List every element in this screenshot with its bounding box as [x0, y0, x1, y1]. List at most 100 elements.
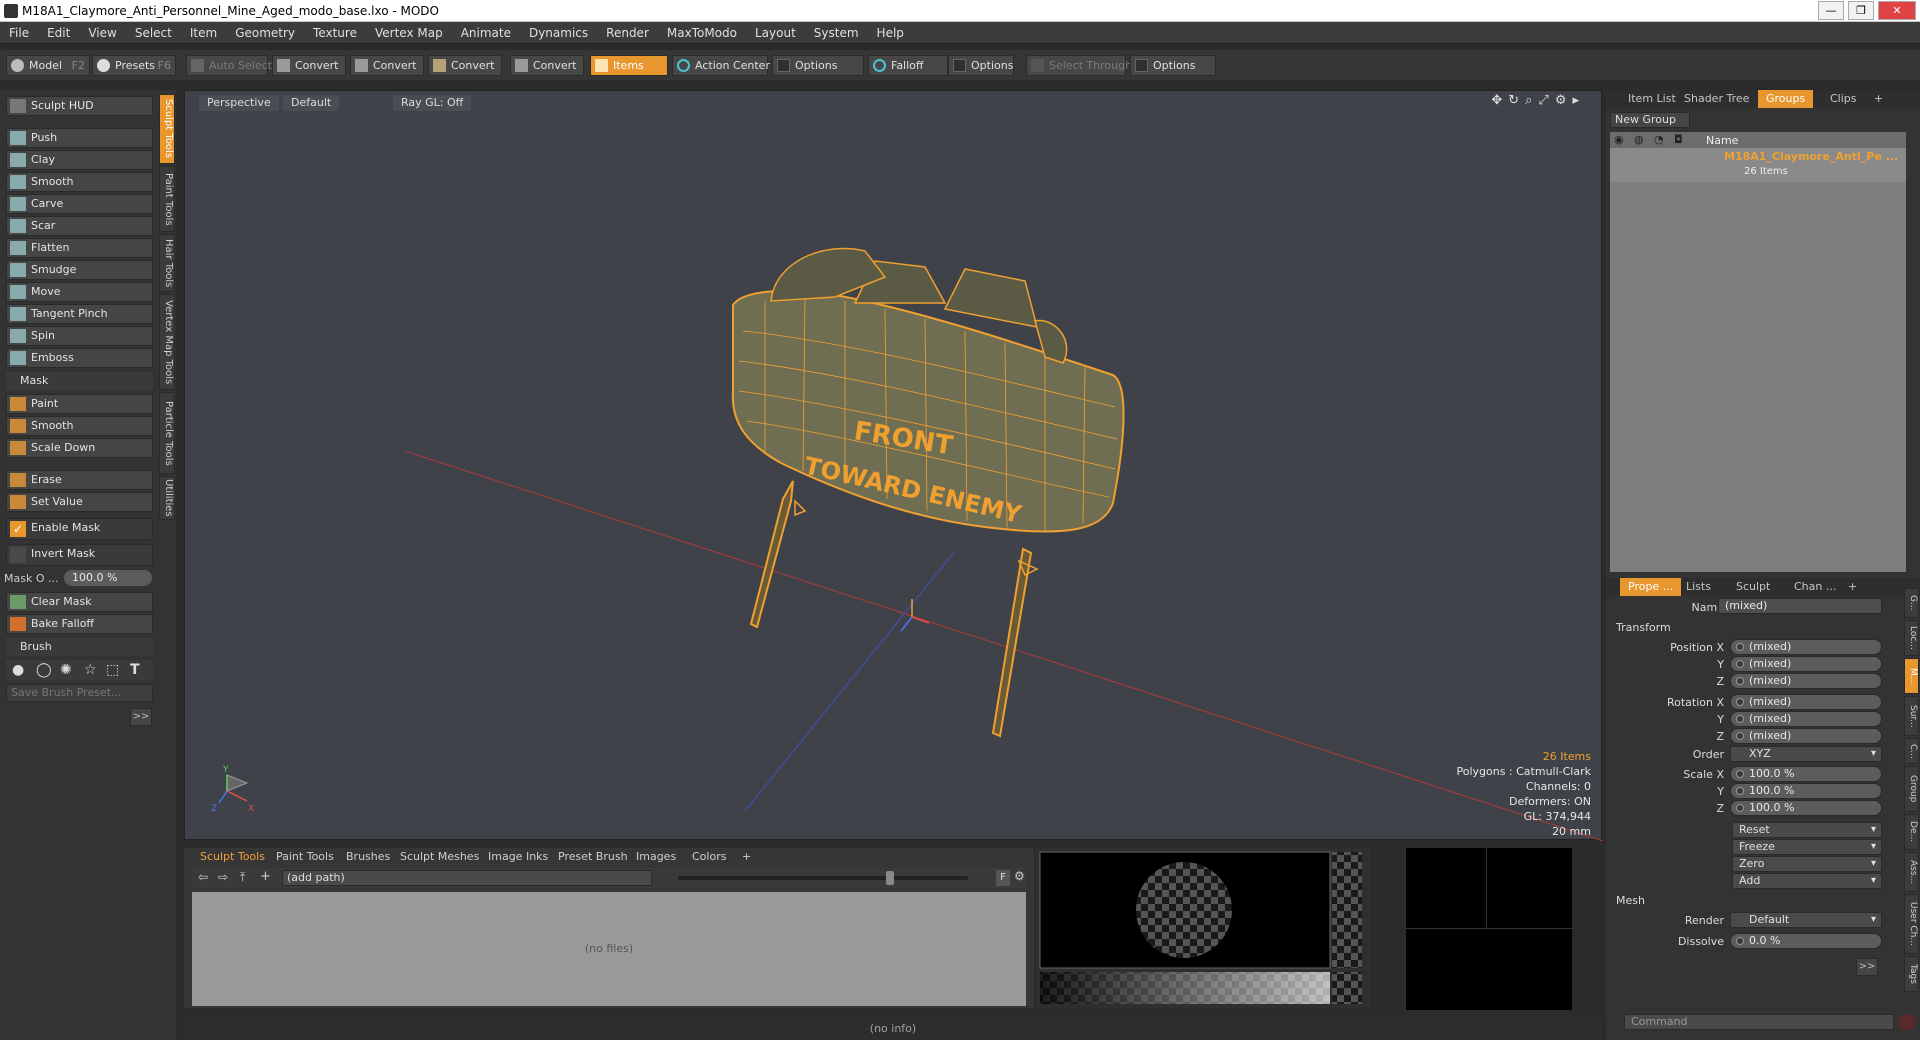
- erase-mask-button[interactable]: Erase: [6, 470, 153, 490]
- side-tab-assembly[interactable]: Ass...: [1904, 852, 1919, 892]
- convert-polygons-button[interactable]: Convert: [428, 55, 502, 76]
- menu-geometry[interactable]: Geometry: [226, 22, 304, 44]
- auto-select-button[interactable]: Auto Select: [186, 55, 272, 76]
- keyframe-dot-icon[interactable]: [1736, 732, 1744, 740]
- side-tab-utilities[interactable]: Utilities: [159, 476, 175, 520]
- keyframe-dot-icon[interactable]: [1736, 698, 1744, 706]
- model-layout-button[interactable]: Model F2: [6, 55, 90, 76]
- rotation-z-field[interactable]: (mixed): [1730, 728, 1882, 744]
- tab-channels[interactable]: Chan ...: [1786, 578, 1844, 596]
- falloff-options-button[interactable]: Options: [948, 55, 1014, 76]
- keyframe-dot-icon[interactable]: [1736, 787, 1744, 795]
- path-dropdown[interactable]: (add path): [282, 870, 652, 886]
- side-tab-g[interactable]: G...: [1904, 588, 1919, 618]
- select-through-options-button[interactable]: Options: [1130, 55, 1216, 76]
- mask-scale-down-button[interactable]: Scale Down: [6, 438, 153, 458]
- close-button[interactable]: ✕: [1878, 1, 1916, 20]
- mask-opacity-field[interactable]: 100.0 %: [64, 570, 152, 586]
- menu-animate[interactable]: Animate: [452, 22, 520, 44]
- sculpt-hud-button[interactable]: Sculpt HUD: [6, 96, 153, 116]
- menu-select[interactable]: Select: [126, 22, 181, 44]
- slider-handle[interactable]: [886, 871, 894, 885]
- tab-clips[interactable]: Clips: [1822, 90, 1865, 108]
- side-tab-hair-tools[interactable]: Hair Tools: [159, 234, 175, 292]
- new-group-button[interactable]: New Group: [1610, 112, 1690, 128]
- tab-preset-brush[interactable]: Preset Brush: [552, 848, 634, 866]
- scale-z-field[interactable]: 100.0 %: [1730, 800, 1882, 816]
- tab-sculpt-meshes[interactable]: Sculpt Meshes: [394, 848, 485, 866]
- up-folder-icon[interactable]: ⤒: [240, 870, 245, 885]
- visibility-eye-icon[interactable]: ◉: [1614, 133, 1624, 146]
- group-row[interactable]: M18A1_Claymore_Anti_Pe ... 26 Items: [1610, 148, 1906, 182]
- add-properties-tab[interactable]: +: [1840, 578, 1865, 596]
- select-icon[interactable]: ◘: [1674, 133, 1683, 146]
- splat-brush-icon[interactable]: ✺: [60, 660, 72, 680]
- falloff-button[interactable]: Falloff: [868, 55, 948, 76]
- menu-layout[interactable]: Layout: [746, 22, 805, 44]
- action-center-options-button[interactable]: Options: [772, 55, 864, 76]
- side-tab-c[interactable]: C...: [1904, 738, 1919, 764]
- file-browser-area[interactable]: (no files): [192, 892, 1026, 1006]
- tool-emboss[interactable]: Emboss: [6, 348, 153, 368]
- reset-dropdown[interactable]: Reset: [1732, 822, 1882, 838]
- tab-image-inks[interactable]: Image Inks: [482, 848, 554, 866]
- rotation-x-field[interactable]: (mixed): [1730, 694, 1882, 710]
- name-field[interactable]: (mixed): [1718, 598, 1882, 614]
- convert-edges-button[interactable]: Convert: [350, 55, 424, 76]
- side-tab-particle-tools[interactable]: Particle Tools: [159, 392, 175, 474]
- keyframe-dot-icon[interactable]: [1736, 660, 1744, 668]
- tool-push[interactable]: Push: [6, 128, 153, 148]
- color-swatch[interactable]: [1332, 972, 1362, 1004]
- keyframe-dot-icon[interactable]: [1736, 937, 1744, 945]
- back-arrow-icon[interactable]: ⇦: [198, 870, 208, 884]
- position-z-field[interactable]: (mixed): [1730, 673, 1882, 689]
- bake-falloff-button[interactable]: Bake Falloff: [6, 614, 153, 634]
- tab-paint-tools[interactable]: Paint Tools: [270, 848, 340, 866]
- menu-system[interactable]: System: [805, 22, 868, 44]
- filter-button[interactable]: F: [996, 870, 1010, 886]
- tool-flatten[interactable]: Flatten: [6, 238, 153, 258]
- transform-section-header[interactable]: Transform: [1616, 621, 1671, 634]
- order-dropdown[interactable]: XYZ: [1730, 746, 1882, 762]
- side-tab-user-channels[interactable]: User Ch...: [1904, 894, 1919, 954]
- invert-mask-toggle[interactable]: Invert Mask: [6, 544, 153, 566]
- tool-scar[interactable]: Scar: [6, 216, 153, 236]
- presets-button[interactable]: Presets F6: [92, 55, 176, 76]
- side-tab-group[interactable]: Group: [1904, 766, 1919, 812]
- browser-settings-icon[interactable]: ⚙: [1014, 869, 1025, 883]
- text-brush-icon[interactable]: T: [130, 660, 140, 680]
- items-mode-button[interactable]: Items: [590, 55, 668, 76]
- tool-clay[interactable]: Clay: [6, 150, 153, 170]
- more-options-button[interactable]: >>: [130, 708, 152, 726]
- star-brush-icon[interactable]: ☆: [84, 660, 97, 680]
- dissolve-field[interactable]: 0.0 %: [1730, 933, 1882, 949]
- menu-help[interactable]: Help: [868, 22, 913, 44]
- scale-y-field[interactable]: 100.0 %: [1730, 783, 1882, 799]
- add-icon[interactable]: +: [260, 869, 271, 884]
- soft-brush-icon[interactable]: ●: [12, 660, 24, 680]
- tab-brushes[interactable]: Brushes: [340, 848, 396, 866]
- tool-carve[interactable]: Carve: [6, 194, 153, 214]
- menu-vertex-map[interactable]: Vertex Map: [366, 22, 452, 44]
- command-history-icon[interactable]: [1898, 1014, 1916, 1030]
- enable-mask-toggle[interactable]: ✓ Enable Mask: [6, 518, 153, 540]
- menu-dynamics[interactable]: Dynamics: [520, 22, 597, 44]
- tool-spin[interactable]: Spin: [6, 326, 153, 346]
- side-tab-sculpt-tools[interactable]: Sculpt Tools: [159, 94, 175, 164]
- properties-more-button[interactable]: >>: [1856, 958, 1878, 976]
- convert-vertices-button[interactable]: Convert: [272, 55, 346, 76]
- menu-view[interactable]: View: [79, 22, 125, 44]
- tab-groups[interactable]: Groups: [1758, 90, 1814, 108]
- add-dropdown[interactable]: Add: [1732, 873, 1882, 889]
- select-through-button[interactable]: Select Through: [1026, 55, 1132, 76]
- tool-smooth[interactable]: Smooth: [6, 172, 153, 192]
- set-value-button[interactable]: Set Value: [6, 492, 153, 512]
- action-center-button[interactable]: Action Center: [672, 55, 770, 76]
- side-tab-deformers[interactable]: De...: [1904, 814, 1919, 850]
- side-tab-loc[interactable]: Loc...: [1904, 620, 1919, 656]
- side-tab-tags[interactable]: Tags: [1904, 956, 1919, 992]
- command-input[interactable]: Command: [1624, 1014, 1894, 1030]
- maximize-button[interactable]: ❐: [1848, 1, 1874, 20]
- rotation-y-field[interactable]: (mixed): [1730, 711, 1882, 727]
- position-y-field[interactable]: (mixed): [1730, 656, 1882, 672]
